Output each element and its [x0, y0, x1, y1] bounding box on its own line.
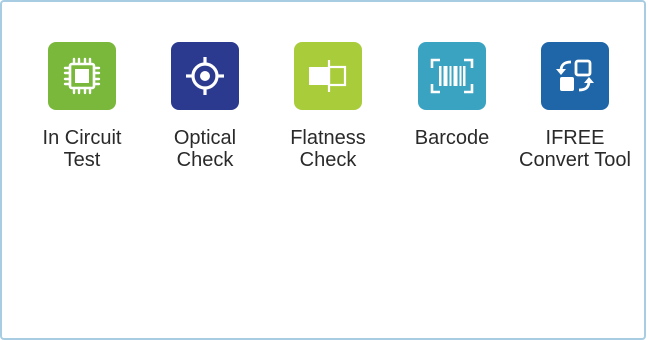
app-ifree-convert-tool[interactable]: IFREE Convert Tool	[510, 42, 640, 171]
app-label-line: Convert Tool	[519, 149, 631, 171]
app-label: Optical Check	[174, 127, 236, 171]
app-launcher-panel: In Circuit Test Optical Check Flatness C…	[0, 0, 646, 340]
app-label-line: In Circuit	[42, 127, 122, 149]
app-optical-check[interactable]: Optical Check	[140, 42, 270, 171]
crosshair-target-icon	[171, 42, 239, 110]
app-flatness-check[interactable]: Flatness Check	[263, 42, 393, 171]
flatness-gauge-icon	[294, 42, 362, 110]
app-label-line: Barcode	[414, 127, 490, 149]
app-label-line: Check	[299, 149, 357, 171]
app-label-line: IFREE	[545, 127, 605, 149]
convert-arrows-icon	[541, 42, 609, 110]
app-label-line: Test	[63, 149, 101, 171]
app-label: In Circuit Test	[43, 127, 122, 171]
app-label-line: Flatness	[290, 127, 366, 149]
app-barcode[interactable]: Barcode	[387, 42, 517, 149]
circuit-chip-icon	[48, 42, 116, 110]
barcode-scan-icon	[418, 42, 486, 110]
app-label: IFREE Convert Tool	[519, 127, 631, 171]
app-label-line: Check	[176, 149, 234, 171]
app-in-circuit-test[interactable]: In Circuit Test	[17, 42, 147, 171]
app-label-line: Optical	[173, 127, 237, 149]
app-label: Flatness Check	[290, 127, 366, 171]
app-label: Barcode	[415, 127, 490, 149]
